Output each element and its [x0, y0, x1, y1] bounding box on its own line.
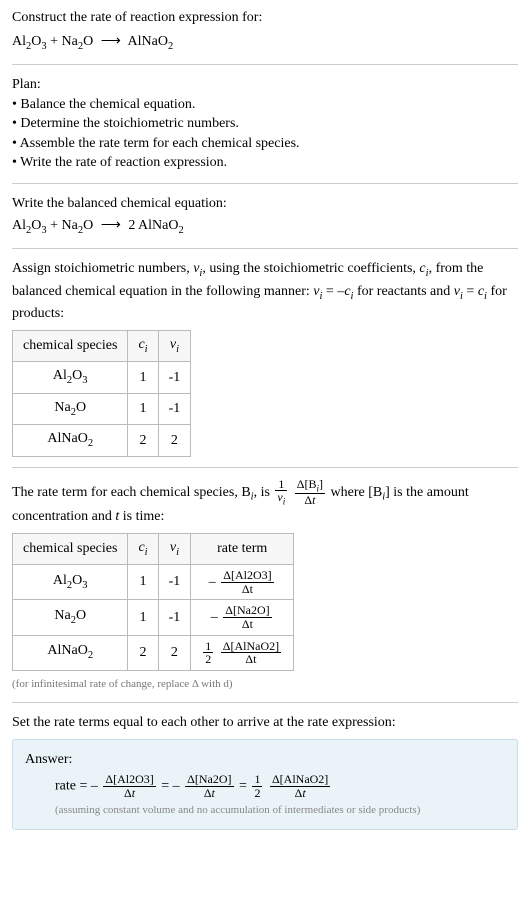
cell-ci: 1 — [128, 362, 158, 393]
cell-species: Al2O3 — [13, 565, 128, 600]
col-nui: νi — [158, 330, 191, 361]
col-species: chemical species — [13, 330, 128, 361]
cell-nui: -1 — [158, 393, 191, 424]
cell-rate: – Δ[Na2O]Δt — [191, 600, 294, 635]
table-row: Na2O 1 -1 — [13, 393, 191, 424]
table2-note: (for infinitesimal rate of change, repla… — [12, 677, 518, 692]
cell-rate: – Δ[Al2O3]Δt — [191, 565, 294, 600]
plan-item: Balance the chemical equation. — [12, 95, 518, 115]
plan-list: Balance the chemical equation. Determine… — [12, 95, 518, 173]
col-rate: rate term — [191, 533, 294, 564]
answer-note: (assuming constant volume and no accumul… — [25, 803, 505, 818]
cell-species: Al2O3 — [13, 362, 128, 393]
balanced-section: Write the balanced chemical equation: Al… — [12, 194, 518, 238]
rate-num: Δ[Al2O3] — [221, 569, 273, 583]
cell-nui: -1 — [158, 600, 191, 635]
plan-title: Plan: — [12, 75, 518, 95]
divider — [12, 248, 518, 249]
rate-den: Δt — [223, 618, 271, 631]
fraction: 1νi — [275, 478, 287, 507]
rateterm-text: The rate term for each chemical species,… — [12, 478, 518, 527]
cell-species: Na2O — [13, 600, 128, 635]
table-row: AlNaO2 2 2 — [13, 425, 191, 456]
cell-nui: 2 — [158, 425, 191, 456]
rate-den: Δt — [221, 583, 273, 596]
table-row: Al2O3 1 -1 — [13, 362, 191, 393]
col-nui: νi — [158, 533, 191, 564]
table-row: Al2O3 1 -1 – Δ[Al2O3]Δt — [13, 565, 294, 600]
cell-ci: 2 — [128, 635, 158, 670]
setequal-section: Set the rate terms equal to each other t… — [12, 713, 518, 830]
arrow-icon: ⟶ — [101, 32, 121, 52]
assign-text: Assign stoichiometric numbers, νi, using… — [12, 259, 518, 324]
coef-num: 1 — [203, 640, 213, 654]
divider — [12, 64, 518, 65]
cell-species: AlNaO2 — [13, 635, 128, 670]
fraction: Δ[Bi]Δt — [295, 478, 325, 507]
table-header-row: chemical species ci νi rate term — [13, 533, 294, 564]
divider — [12, 183, 518, 184]
cell-species: Na2O — [13, 393, 128, 424]
col-ci: ci — [128, 533, 158, 564]
unbalanced-equation: Al2O3 + Na2O ⟶ AlNaO2 — [12, 32, 518, 54]
cell-nui: -1 — [158, 565, 191, 600]
divider — [12, 467, 518, 468]
plan-item: Assemble the rate term for each chemical… — [12, 134, 518, 154]
rate-num: Δ[AlNaO2] — [221, 640, 281, 654]
table-header-row: chemical species ci νi — [13, 330, 191, 361]
cell-ci: 1 — [128, 393, 158, 424]
text-fragment: is time: — [119, 509, 164, 524]
text-fragment: where [B — [331, 485, 383, 500]
rate-num: Δ[Na2O] — [223, 604, 271, 618]
text-fragment: , is — [254, 485, 274, 500]
text-fragment: Assign stoichiometric numbers, — [12, 261, 193, 276]
stoich-table-2: chemical species ci νi rate term Al2O3 1… — [12, 533, 294, 671]
cell-nui: -1 — [158, 362, 191, 393]
col-species: chemical species — [13, 533, 128, 564]
arrow-icon: ⟶ — [101, 216, 121, 236]
plan-item: Determine the stoichiometric numbers. — [12, 114, 518, 134]
cell-ci: 2 — [128, 425, 158, 456]
plan-item: Write the rate of reaction expression. — [12, 153, 518, 173]
prompt-section: Construct the rate of reaction expressio… — [12, 8, 518, 54]
cell-rate: 12 Δ[AlNaO2]Δt — [191, 635, 294, 670]
plan-section: Plan: Balance the chemical equation. Det… — [12, 75, 518, 173]
text-fragment: , using the stoichiometric coefficients, — [202, 261, 419, 276]
stoich-table-1: chemical species ci νi Al2O3 1 -1 Na2O 1… — [12, 330, 191, 457]
answer-label: Answer: — [25, 750, 505, 770]
answer-rate: rate = – Δ[Al2O3]Δt = – Δ[Na2O]Δt = 12 Δ… — [25, 773, 505, 799]
text-fragment: The rate term for each chemical species,… — [12, 485, 251, 500]
prompt-text: Construct the rate of reaction expressio… — [12, 8, 518, 28]
answer-box: Answer: rate = – Δ[Al2O3]Δt = – Δ[Na2O]Δ… — [12, 739, 518, 830]
assign-section: Assign stoichiometric numbers, νi , using… — [12, 259, 518, 457]
divider — [12, 702, 518, 703]
text-fragment: for reactants and — [353, 284, 453, 299]
table-row: AlNaO2 2 2 12 Δ[AlNaO2]Δt — [13, 635, 294, 670]
balanced-title: Write the balanced chemical equation: — [12, 194, 518, 214]
setequal-text: Set the rate terms equal to each other t… — [12, 713, 518, 733]
coef-den: 2 — [203, 653, 213, 666]
rate-den: Δt — [221, 653, 281, 666]
rateterm-section: The rate term for each chemical species,… — [12, 478, 518, 692]
cell-species: AlNaO2 — [13, 425, 128, 456]
table-row: Na2O 1 -1 – Δ[Na2O]Δt — [13, 600, 294, 635]
cell-ci: 1 — [128, 565, 158, 600]
col-ci: ci — [128, 330, 158, 361]
cell-nui: 2 — [158, 635, 191, 670]
cell-ci: 1 — [128, 600, 158, 635]
balanced-equation: Al2O3 + Na2O ⟶ 2 AlNaO2 — [12, 216, 518, 238]
